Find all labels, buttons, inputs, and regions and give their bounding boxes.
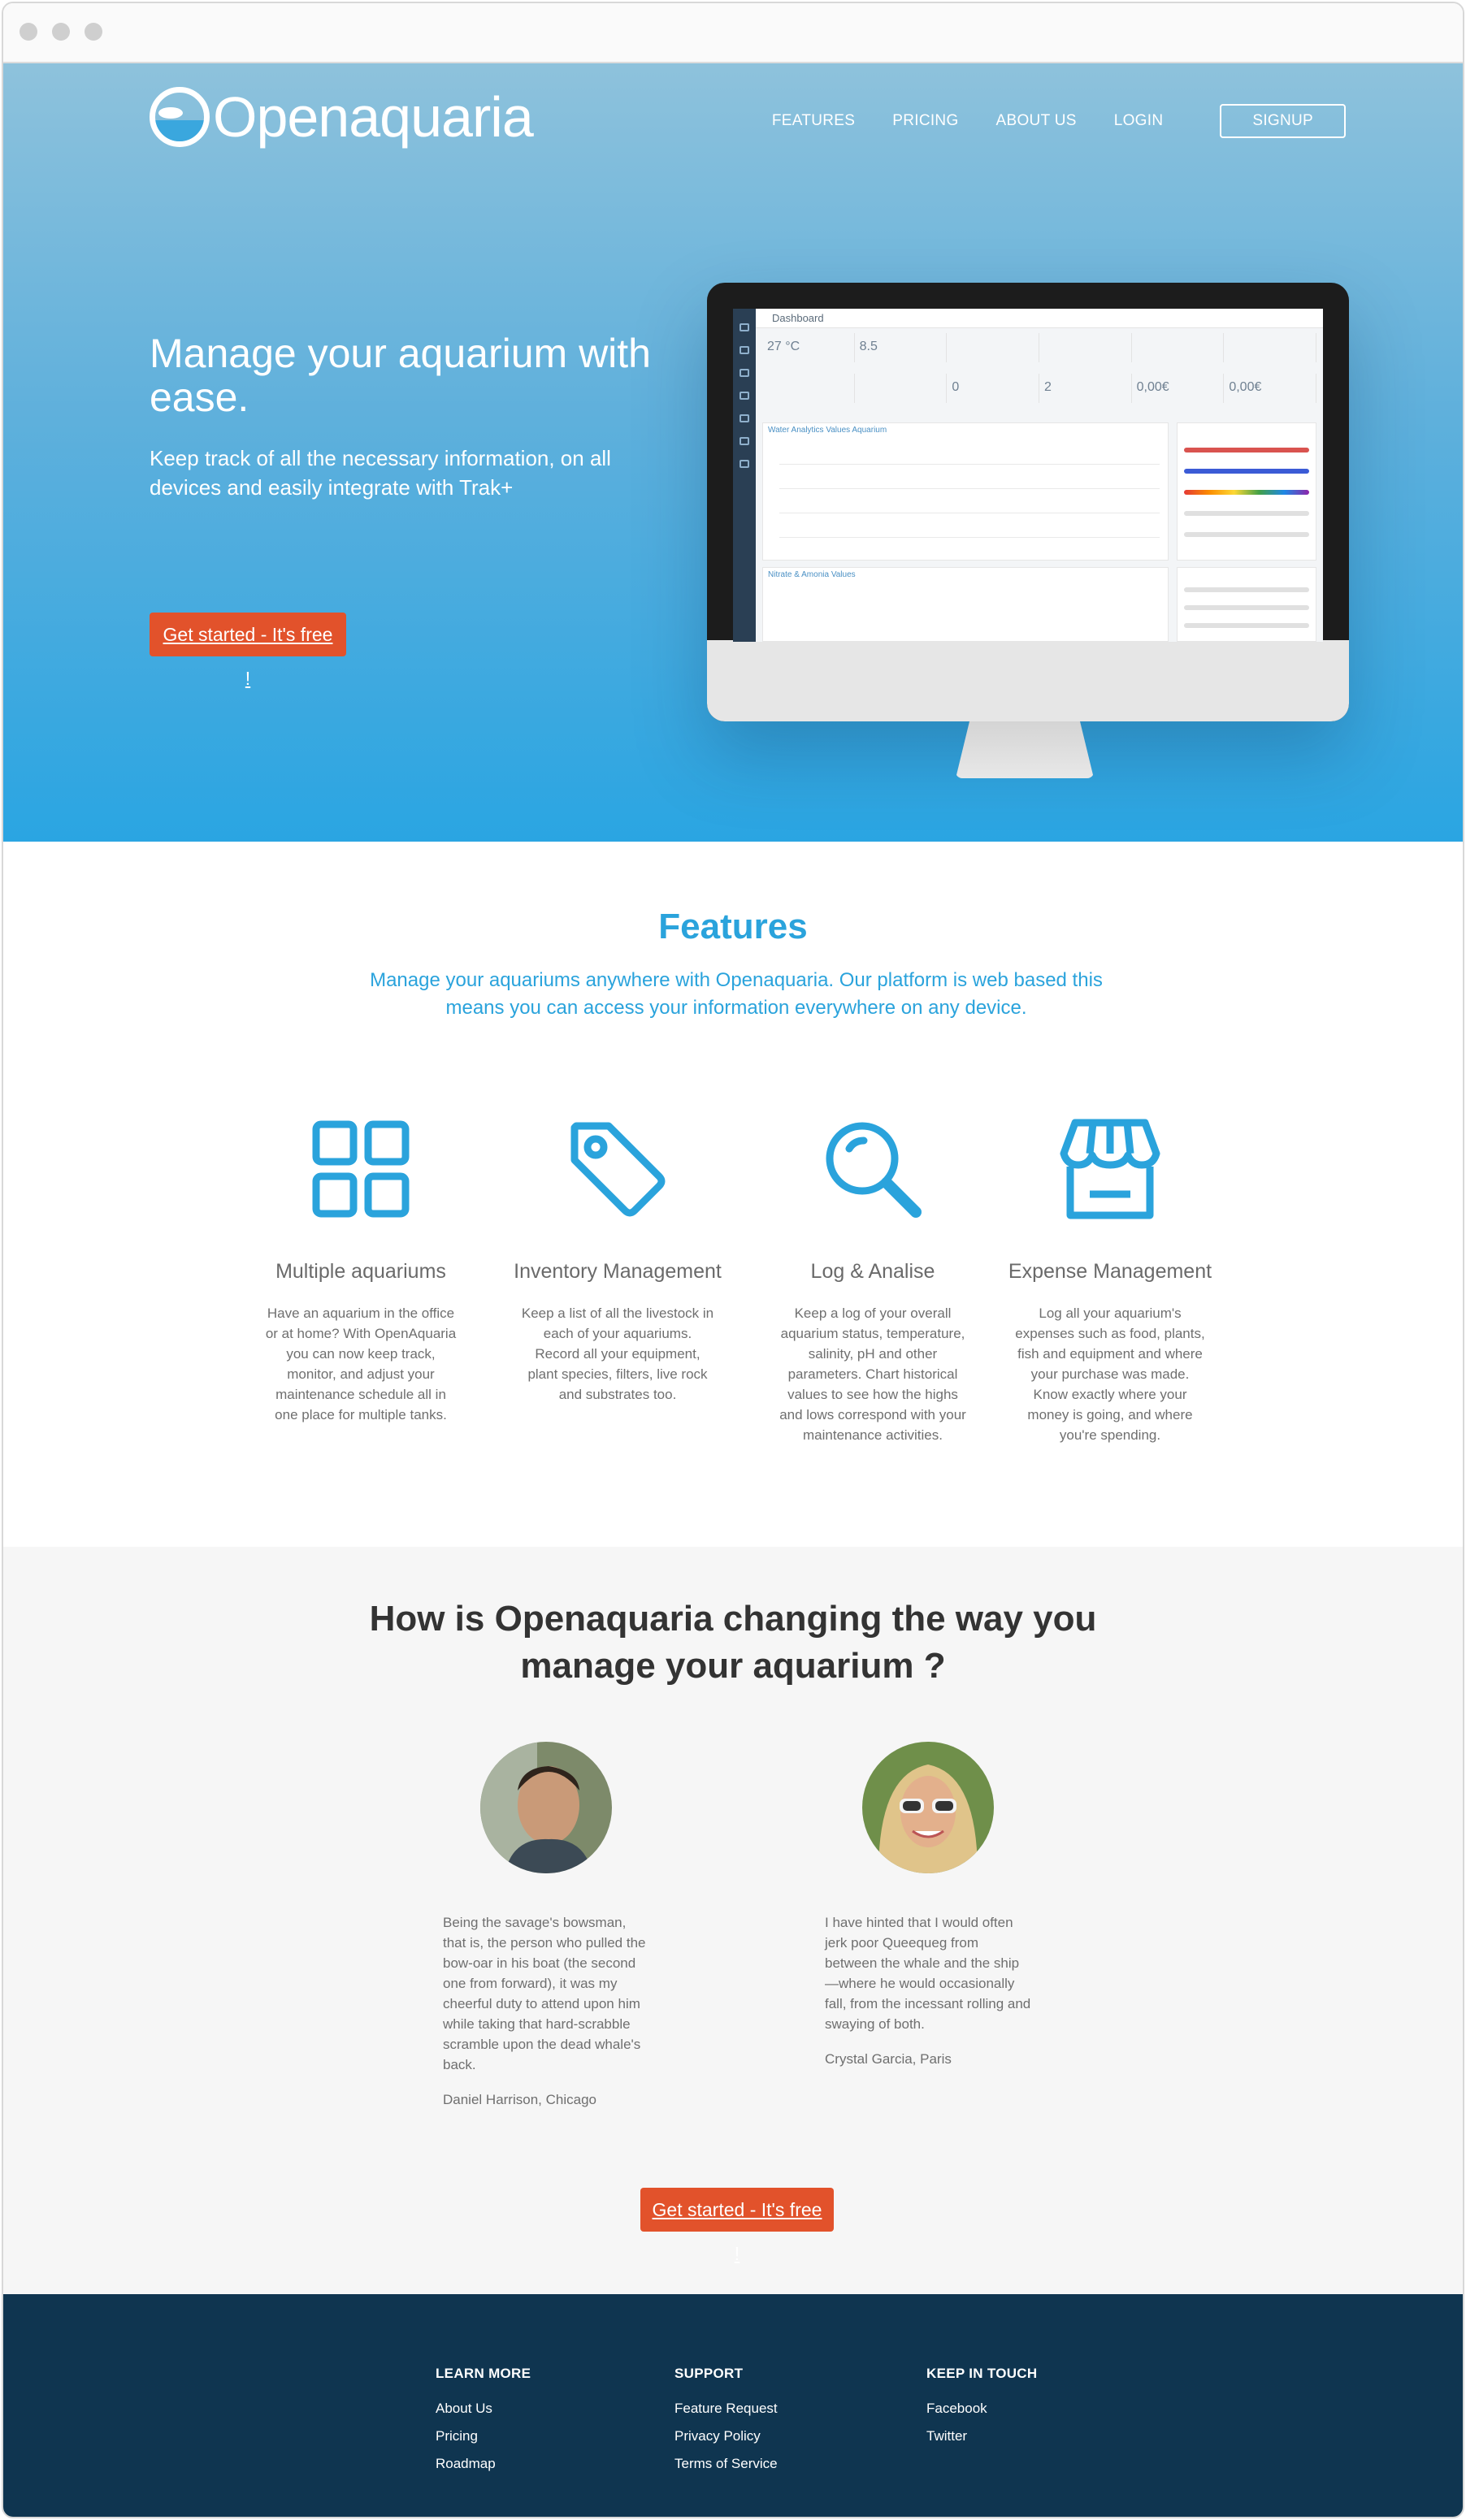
testimonial-crystal: I have hinted that I would often jerk po… [825, 1742, 1031, 2069]
footer-link-about[interactable]: About Us [436, 2395, 531, 2423]
feature-log-analise: Log & Analise Keep a log of your overall… [767, 1116, 978, 1445]
stat-7 [762, 374, 855, 403]
stat-fish: 0 [947, 374, 1039, 403]
testimonials-title-text: How is Openaquaria changing the way you … [369, 1599, 1097, 1686]
footer-support: SUPPORT Feature Request Privacy Policy T… [674, 2366, 778, 2478]
footer-link-pricing[interactable]: Pricing [436, 2423, 531, 2450]
window-close-dot[interactable] [20, 23, 37, 41]
stat-3 [947, 333, 1039, 362]
dashboard-sidebar [733, 309, 756, 642]
features-subtitle: Manage your aquariums anywhere with Open… [370, 969, 1103, 1019]
monitor-mockup: Dashboard 27 °C 8.5 0 2 0,00€ 0,00€ Wate… [707, 283, 1349, 778]
stat-temperature: 27 °C [762, 333, 855, 362]
stat-expenses: 0,00€ [1132, 374, 1225, 403]
window-minimize-dot[interactable] [52, 23, 70, 41]
stat-5 [1132, 333, 1225, 362]
nav-features[interactable]: FEATURES [772, 112, 855, 130]
nav-pricing[interactable]: PRICING [892, 112, 958, 130]
footer-link-privacy[interactable]: Privacy Policy [674, 2423, 778, 2450]
footer-link-roadmap[interactable]: Roadmap [436, 2450, 531, 2478]
testimonial-quote: Being the savage's bowsman, that is, the… [443, 1915, 646, 2072]
feature-title: Multiple aquariums [275, 1260, 446, 1283]
features-title: Features [658, 907, 808, 946]
feature-expense-management: Expense Management Log all your aquarium… [1004, 1116, 1216, 1445]
stat-equipment: 0,00€ [1224, 374, 1316, 403]
hero-section: Openaquaria FEATURES PRICING ABOUT US LO… [3, 63, 1463, 842]
stat-6 [1224, 333, 1316, 362]
feature-title: Inventory Management [514, 1260, 722, 1283]
brand-logo[interactable]: Openaquaria [150, 76, 534, 158]
feature-inventory-management: Inventory Management Keep a list of all … [512, 1116, 723, 1405]
footer-link-feature-request[interactable]: Feature Request [674, 2395, 778, 2423]
testimonial-author: Daniel Harrison, Chicago [443, 2092, 596, 2107]
tag-icon [570, 1122, 666, 1217]
hero-subtitle: Keep track of all the necessary informat… [150, 446, 611, 500]
feature-text: Have an aquarium in the office or at hom… [265, 1305, 457, 1422]
footer-heading: LEARN MORE [436, 2366, 531, 2381]
avatar-daniel [480, 1742, 612, 1873]
grid-icon [312, 1120, 410, 1218]
nav-about[interactable]: ABOUT US [996, 112, 1077, 130]
footer-link-terms[interactable]: Terms of Service [674, 2450, 778, 2478]
nitrate-panel: Nitrate & Amonia Values [762, 567, 1169, 642]
stat-4 [1039, 333, 1132, 362]
nitrate-label: Nitrate & Amonia Values [768, 570, 856, 579]
footer-link-twitter[interactable]: Twitter [926, 2423, 1037, 2450]
testimonial-daniel: Being the savage's bowsman, that is, the… [443, 1742, 649, 2110]
water-values-panel [1177, 422, 1316, 561]
nitrate-values-panel [1177, 567, 1316, 642]
nav-login[interactable]: LOGIN [1114, 112, 1164, 130]
monitor-chin [707, 640, 1349, 721]
fishbowl-icon [150, 87, 210, 147]
signup-button[interactable]: SIGNUP [1220, 104, 1346, 138]
stat-plants: 2 [1039, 374, 1132, 403]
testimonials-get-started-button[interactable]: Get started - It's free ! [640, 2188, 834, 2264]
footer-link-facebook[interactable]: Facebook [926, 2395, 1037, 2423]
hero-title: Manage your aquarium with ease. [150, 331, 651, 420]
stat-ph: 8.5 [855, 333, 948, 362]
feature-text: Keep a log of your overall aquarium stat… [779, 1305, 966, 1443]
stat-8 [855, 374, 948, 403]
top-nav: FEATURES PRICING ABOUT US LOGIN SIGNUP [735, 104, 1346, 138]
water-analytics-panel: Water Analytics Values Aquarium [762, 422, 1169, 561]
browser-chrome [3, 3, 1463, 63]
browser-window: Openaquaria FEATURES PRICING ABOUT US LO… [2, 2, 1464, 2518]
testimonials-title: How is Openaquaria changing the way you … [3, 1596, 1463, 1690]
feature-multiple-aquariums: Multiple aquariums Have an aquarium in t… [255, 1116, 466, 1425]
dashboard-stats: 27 °C 8.5 0 2 0,00€ 0,00€ [762, 333, 1316, 403]
avatar-crystal [862, 1742, 994, 1873]
dashboard-title: Dashboard [756, 309, 1323, 328]
monitor-stand [956, 721, 1094, 778]
testimonial-quote: I have hinted that I would often jerk po… [825, 1915, 1031, 2032]
footer-keep-in-touch: KEEP IN TOUCH Facebook Twitter [926, 2366, 1037, 2450]
dashboard-screenshot: Dashboard 27 °C 8.5 0 2 0,00€ 0,00€ Wate… [733, 309, 1323, 642]
brand-name: Openaquaria [213, 85, 534, 149]
water-analytics-label: Water Analytics Values Aquarium [768, 426, 887, 435]
feature-title: Log & Analise [810, 1260, 935, 1283]
footer-heading: SUPPORT [674, 2366, 744, 2381]
testimonial-author: Crystal Garcia, Paris [825, 2051, 952, 2067]
hero-get-started-button[interactable]: Get started - It's free ! [150, 613, 346, 689]
footer-heading: KEEP IN TOUCH [926, 2366, 1038, 2381]
store-icon [1060, 1119, 1160, 1219]
feature-title: Expense Management [1008, 1260, 1212, 1283]
feature-text: Log all your aquarium's expenses such as… [1015, 1305, 1205, 1443]
feature-text: Keep a list of all the livestock in each… [521, 1305, 714, 1402]
footer: LEARN MORE About Us Pricing Roadmap SUPP… [3, 2294, 1463, 2517]
footer-learn-more: LEARN MORE About Us Pricing Roadmap [436, 2366, 531, 2478]
magnifier-icon [826, 1122, 922, 1218]
window-zoom-dot[interactable] [85, 23, 102, 41]
